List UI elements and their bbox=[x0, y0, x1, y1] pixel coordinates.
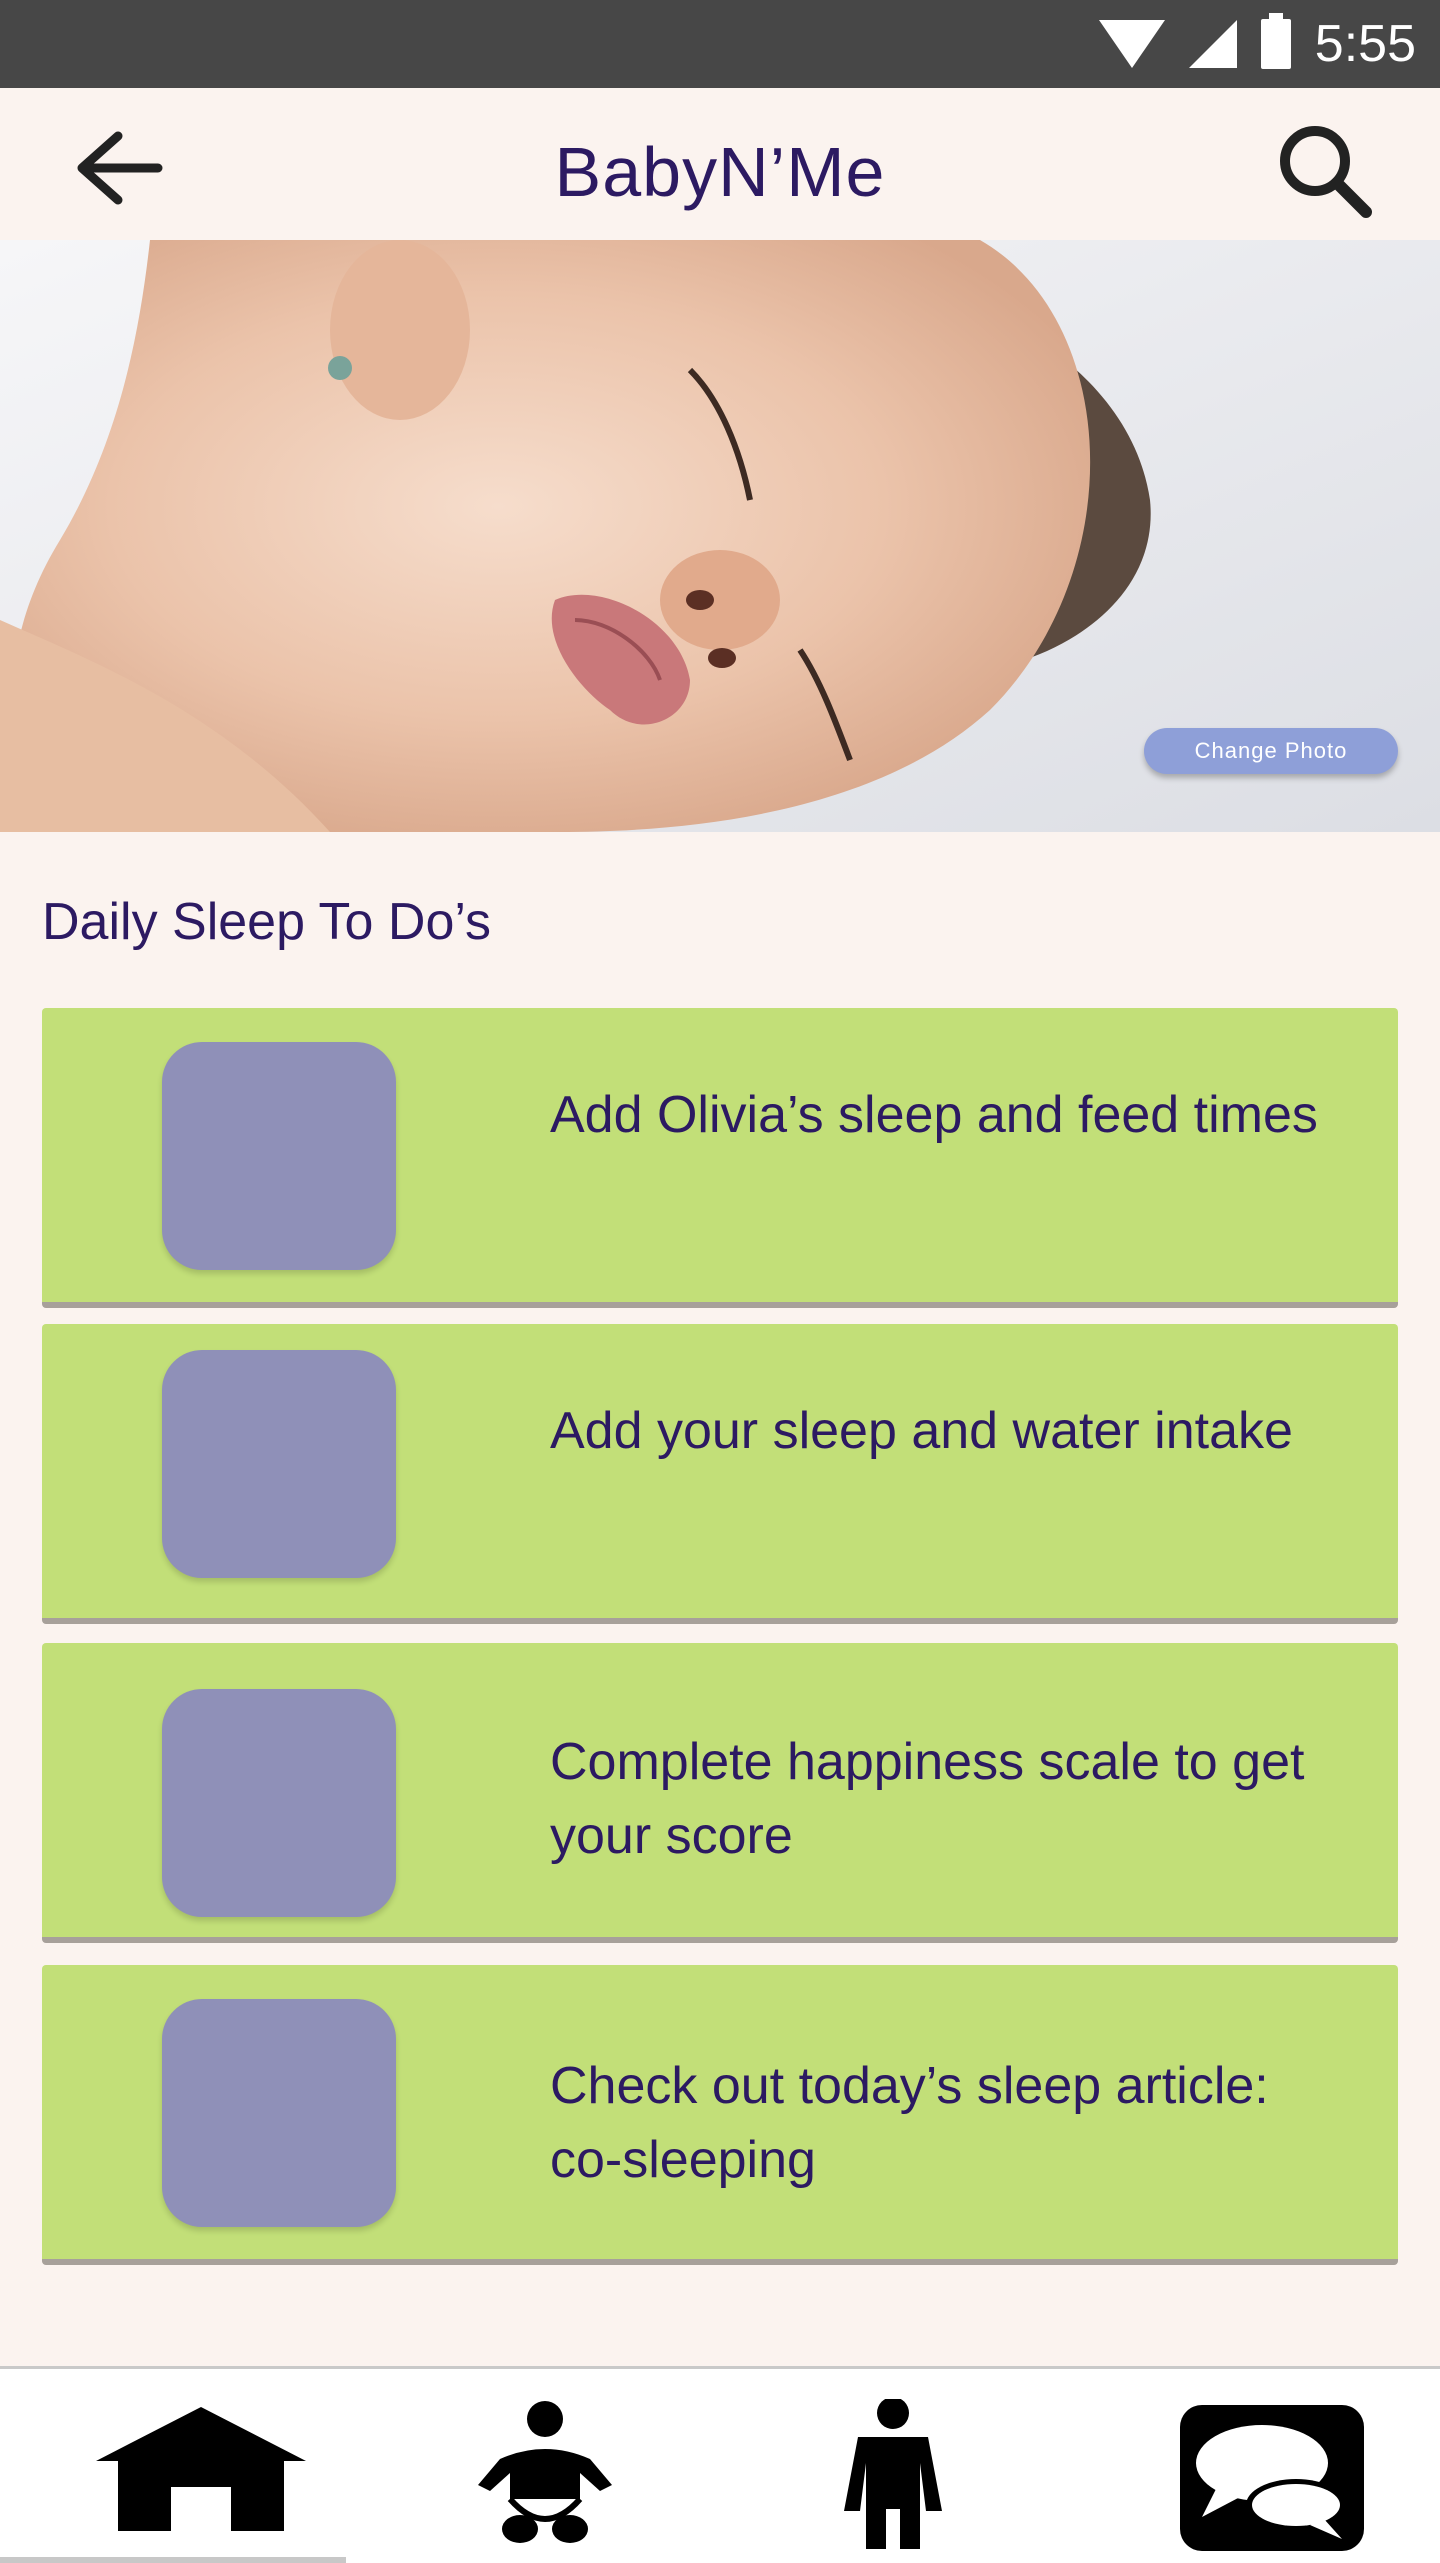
bottom-navigation bbox=[0, 2366, 1440, 2563]
chat-icon bbox=[1180, 2405, 1364, 2551]
nav-baby[interactable] bbox=[440, 2399, 670, 2549]
status-time: 5:55 bbox=[1314, 15, 1416, 73]
search-button[interactable] bbox=[1270, 116, 1380, 226]
task-thumbnail bbox=[162, 1999, 396, 2227]
search-icon bbox=[1280, 126, 1372, 218]
status-icons: 5:55 bbox=[1098, 13, 1416, 74]
task-card-happiness-scale[interactable]: Complete happiness scale to get your sco… bbox=[42, 1643, 1398, 1943]
app-bar: BabyN’Me bbox=[0, 88, 1440, 240]
task-card-sleep-feed[interactable]: Add Olivia’s sleep and feed times bbox=[42, 1008, 1398, 1308]
wifi-icon bbox=[1098, 20, 1165, 68]
section-title: Daily Sleep To Do’s bbox=[42, 893, 491, 951]
task-label: Add Olivia’s sleep and feed times bbox=[550, 1086, 1318, 1144]
task-label: Complete happiness scale to get your sco… bbox=[550, 1733, 1305, 1865]
task-thumbnail bbox=[162, 1042, 396, 1270]
task-thumbnail bbox=[162, 1350, 396, 1578]
task-label: Add your sleep and water intake bbox=[550, 1402, 1293, 1460]
task-card-sleep-water[interactable]: Add your sleep and water intake bbox=[42, 1324, 1398, 1624]
baby-icon bbox=[478, 2401, 612, 2543]
app-title: BabyN’Me bbox=[554, 133, 886, 211]
nav-active-indicator bbox=[0, 2557, 346, 2563]
hero-photo: Change Photo bbox=[0, 240, 1440, 832]
change-photo-button[interactable]: Change Photo bbox=[1144, 728, 1398, 774]
nav-home[interactable] bbox=[86, 2399, 316, 2549]
task-label: Check out today’s sleep article: co-slee… bbox=[550, 2057, 1269, 2189]
nav-chat[interactable] bbox=[1156, 2399, 1386, 2551]
nav-mother[interactable] bbox=[780, 2397, 1010, 2549]
home-icon bbox=[96, 2407, 306, 2531]
cell-signal-icon bbox=[1188, 20, 1237, 68]
task-thumbnail bbox=[162, 1689, 396, 1917]
task-card-sleep-article[interactable]: Check out today’s sleep article: co-slee… bbox=[42, 1965, 1398, 2265]
status-bar: 5:55 bbox=[0, 0, 1440, 88]
battery-icon bbox=[1260, 13, 1291, 69]
mother-icon bbox=[844, 2397, 942, 2549]
